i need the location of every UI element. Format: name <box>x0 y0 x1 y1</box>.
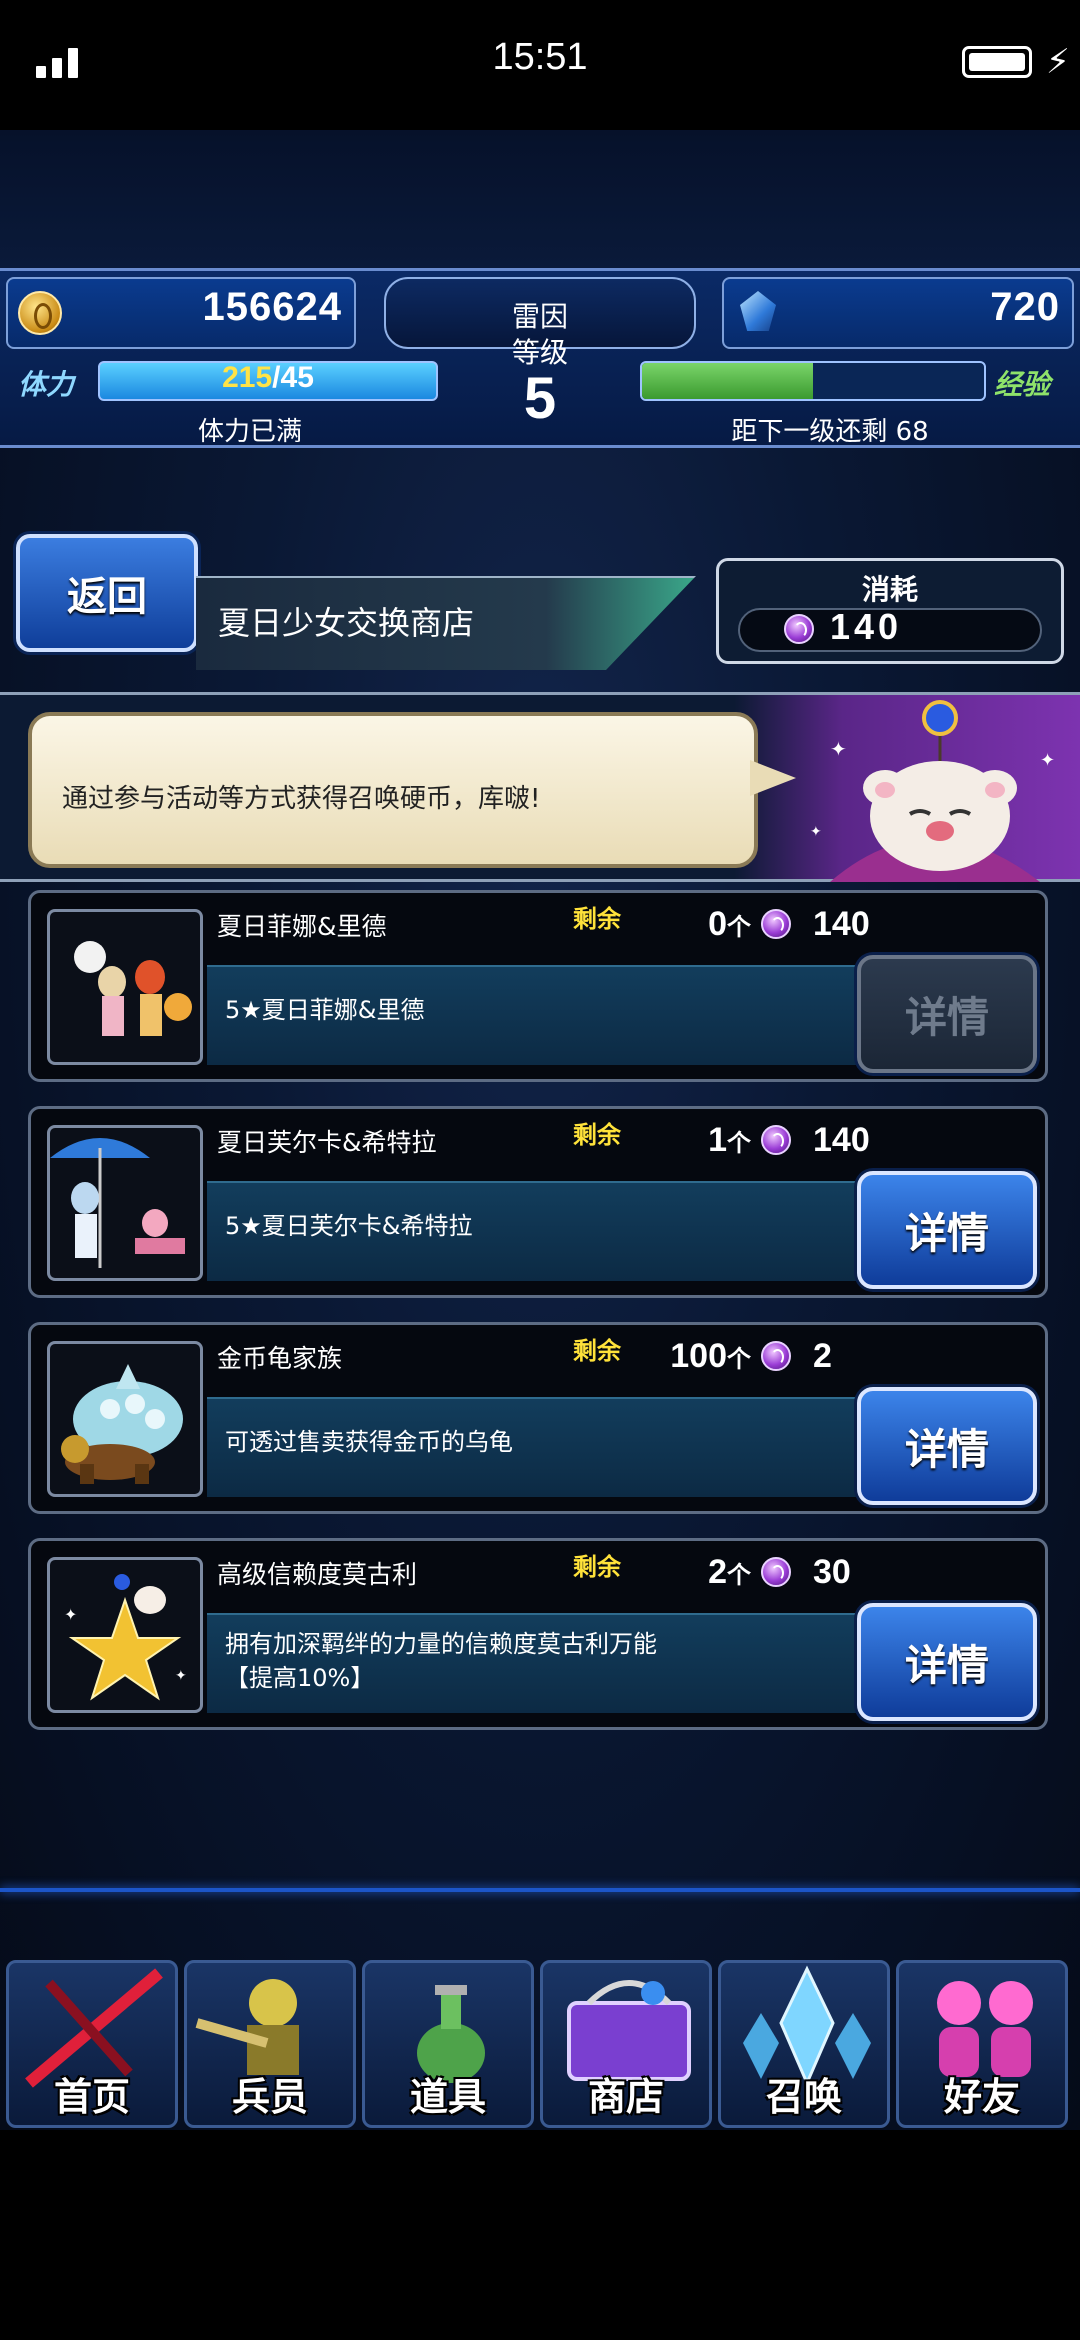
item-description: 5★夏日菲娜&里德 <box>225 996 425 1024</box>
item-name: 夏日芙尔卡&希特拉 <box>217 1128 437 1157</box>
shop-item-1: 夏日菲娜&里德 剩余 0个 140 5★夏日菲娜&里德 详情 <box>28 890 1048 1082</box>
battery-icon <box>962 46 1032 78</box>
remaining-label: 剩余 <box>573 1337 621 1365</box>
summon-coin-icon <box>761 1341 791 1371</box>
player-name: 雷因 <box>511 300 568 333</box>
remaining-label: 剩余 <box>573 1121 621 1149</box>
stamina-value: 215/45 <box>222 361 314 394</box>
summon-coin-icon <box>784 614 814 644</box>
nav-units[interactable]: 兵员 <box>184 1960 356 2128</box>
item-name: 高级信赖度莫古利 <box>217 1560 418 1589</box>
gem-panel[interactable]: 720 <box>722 277 1074 349</box>
item-2-icon <box>47 1125 203 1281</box>
svg-text:✦: ✦ <box>64 1605 77 1624</box>
item-cost: 2 <box>813 1337 832 1375</box>
shop-item-3: 金币龟家族 剩余 100个 2 可透过售卖获得金币的乌龟 详情 <box>28 1322 1048 1514</box>
charging-icon: ⚡ <box>1046 42 1070 82</box>
remaining-count: 0个 <box>708 905 751 943</box>
nav-items[interactable]: 道具 <box>362 1960 534 2128</box>
item-4-icon: ✦ ✦ <box>47 1557 203 1713</box>
remaining-count: 1个 <box>708 1121 751 1159</box>
item-name: 夏日菲娜&里德 <box>217 912 387 941</box>
item-3-icon <box>47 1341 203 1497</box>
detail-button: 详情 <box>857 955 1037 1073</box>
nav-home[interactable]: 首页 <box>6 1960 178 2128</box>
stamina-label: 体力 <box>18 368 75 401</box>
svg-text:✦: ✦ <box>175 1668 187 1684</box>
svg-text:✦: ✦ <box>830 737 847 761</box>
gil-panel: 156624 <box>6 277 356 349</box>
item-cost: 140 <box>813 1121 870 1159</box>
nav-label: 兵员 <box>231 2075 308 2119</box>
item-name: 金币龟家族 <box>217 1344 343 1373</box>
detail-button[interactable]: 详情 <box>857 1603 1037 1721</box>
status-time: 15:51 <box>492 36 588 78</box>
exp-to-next-level: 距下一级还剩 68 <box>731 417 929 447</box>
nav-shop[interactable]: 商店 <box>540 1960 712 2128</box>
remaining-count: 100个 <box>670 1337 751 1375</box>
remaining-label: 剩余 <box>573 1553 621 1581</box>
detail-button[interactable]: 详情 <box>857 1171 1037 1289</box>
shop-item-2: 夏日芙尔卡&希特拉 剩余 1个 140 5★夏日芙尔卡&希特拉 详情 <box>28 1106 1048 1298</box>
detail-button[interactable]: 详情 <box>857 1387 1037 1505</box>
gil-amount: 156624 <box>202 285 342 329</box>
stamina-status: 体力已满 <box>197 417 302 447</box>
item-cost: 140 <box>813 905 870 943</box>
nav-divider <box>0 1888 1080 1892</box>
nav-label: 召唤 <box>765 2075 842 2119</box>
lapis-gem-icon <box>740 291 776 331</box>
nav-friends[interactable]: 好友 <box>896 1960 1068 2128</box>
bottom-nav: 首页 兵员 道具 商店 召唤 好友 <box>0 1960 1080 2132</box>
item-1-icon <box>47 909 203 1065</box>
back-button[interactable]: 返回 <box>16 534 198 652</box>
currency-label: 消耗 <box>861 573 918 606</box>
summon-coin-icon <box>761 1125 791 1155</box>
nav-label: 商店 <box>587 2075 664 2119</box>
moogle-message: 通过参与活动等方式获得召唤硬币，库啵! <box>62 784 541 814</box>
summon-coin-icon <box>761 1557 791 1587</box>
player-header: 156624 720 雷因 等级 5 体力 215/45 体力已满 经验 距下一… <box>0 268 1080 448</box>
remaining-count: 2个 <box>708 1553 751 1591</box>
nav-summon[interactable]: 召唤 <box>718 1960 890 2128</box>
item-description: 拥有加深羁绊的力量的信赖度莫古利万能 【提高10%】 <box>225 1630 657 1692</box>
shop-item-4: ✦ ✦ 高级信赖度莫古利 剩余 2个 30 拥有加深羁绊的力量的信赖度莫古利万能… <box>28 1538 1048 1730</box>
nav-label: 道具 <box>409 2075 486 2119</box>
svg-text:✦: ✦ <box>810 824 822 840</box>
shop-title: 夏日少女交换商店 <box>218 604 475 642</box>
remaining-label: 剩余 <box>573 905 621 933</box>
summon-coin-icon <box>761 909 791 939</box>
moogle-icon: ✦ ✦ ✦ <box>810 700 1055 882</box>
gil-coin-icon <box>18 291 62 335</box>
item-description: 可透过售卖获得金币的乌龟 <box>225 1428 513 1456</box>
gem-amount: 720 <box>990 285 1060 329</box>
exp-bar <box>640 361 986 401</box>
currency-amount: 140 <box>830 606 903 647</box>
nav-label: 好友 <box>943 2075 1020 2119</box>
svg-text:✦: ✦ <box>1040 750 1055 771</box>
item-description: 5★夏日芙尔卡&希特拉 <box>225 1212 473 1240</box>
nav-label: 首页 <box>53 2075 130 2119</box>
exp-label: 经验 <box>994 368 1051 401</box>
item-cost: 30 <box>813 1553 851 1591</box>
